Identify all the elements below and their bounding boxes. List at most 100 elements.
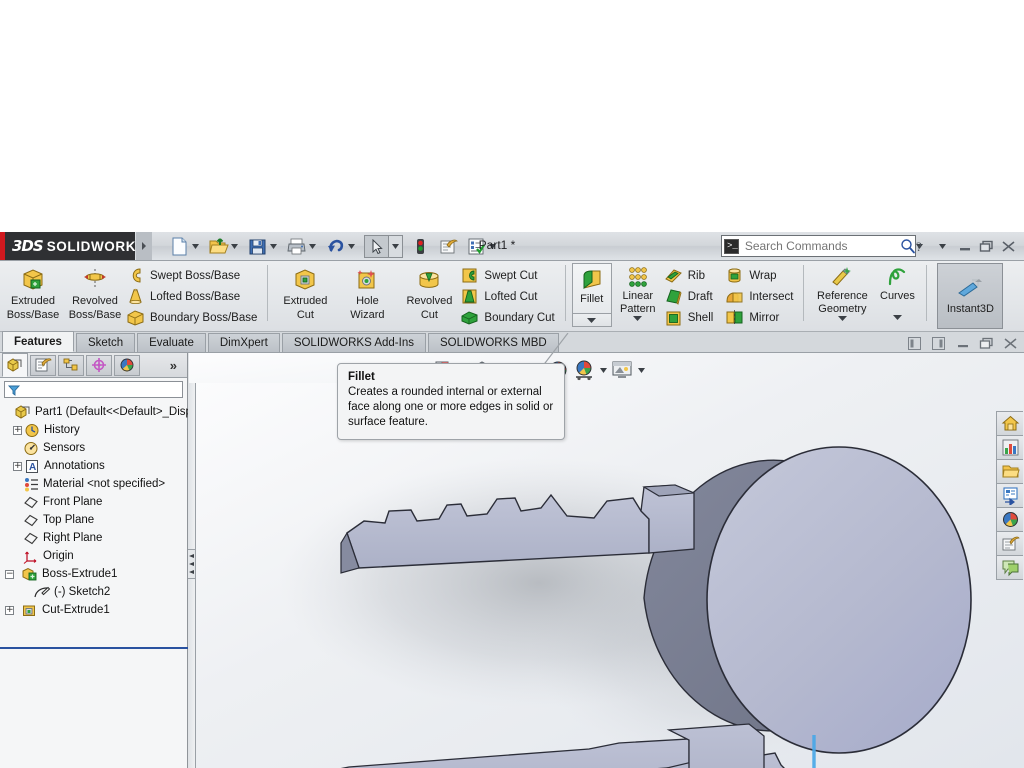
tab-sketch[interactable]: Sketch [75,333,136,352]
dimxpert-manager-tab[interactable] [86,354,112,376]
tree-item-material[interactable]: Material <not specified> [4,475,187,493]
tooltip-title: Fillet [348,371,375,383]
hole-wizard-button[interactable]: Hole Wizard [336,261,398,321]
curves-button[interactable]: Curves [874,261,920,320]
display-manager-tab[interactable] [114,354,140,376]
panel-splitter-grip[interactable] [188,549,196,579]
pin-right-icon[interactable] [929,333,948,353]
panel-splitter[interactable] [188,353,196,768]
feature-tree-tab[interactable] [2,353,28,377]
apply-scene-button[interactable] [609,357,647,383]
part-icon [15,404,32,420]
tab-features[interactable]: Features [2,331,74,352]
feature-manager-overflow-icon[interactable]: » [170,358,177,373]
reference-geometry-button[interactable]: Reference Geometry [810,261,874,321]
tree-item-boss-extrude1[interactable]: − Boss-Extrude1 [4,565,187,583]
tab-dimxpert[interactable]: DimXpert [207,333,280,352]
revolved-boss-base-button[interactable]: Revolved Boss/Base [64,261,126,321]
annotations-expander-icon[interactable]: + [12,461,23,472]
wrap-button[interactable]: Wrap [725,266,797,285]
restore-doc-icon[interactable] [977,333,996,353]
tree-item-right-plane[interactable]: Right Plane [4,529,187,547]
minimize-doc-icon[interactable] [953,333,972,353]
extruded-boss-label-2: Boss/Base [6,309,60,321]
property-manager-tab[interactable] [30,354,56,376]
library-folder-icon [1001,462,1020,481]
shell-icon [664,308,683,327]
tree-item-front-plane[interactable]: Front Plane [4,493,187,511]
appearances-scenes-icon [1001,534,1020,553]
swept-cut-button[interactable]: Swept Cut [460,266,558,285]
feature-tree-filter[interactable] [4,381,183,398]
help-caret-icon[interactable] [933,236,952,256]
minimize-icon[interactable] [955,236,974,256]
file-explorer-button[interactable] [996,483,1023,508]
tree-item-origin[interactable]: Origin [4,547,187,565]
swept-boss-base-button[interactable]: Swept Boss/Base [126,266,261,285]
close-doc-icon[interactable] [1001,333,1020,353]
lofted-boss-icon [126,287,145,306]
tab-evaluate[interactable]: Evaluate [137,333,206,352]
apply-scene-caret-icon[interactable] [635,367,647,373]
tree-item-sensors[interactable]: Sensors [4,439,187,457]
search-input[interactable] [738,239,900,253]
lofted-boss-base-button[interactable]: Lofted Boss/Base [126,287,261,306]
design-library-button[interactable] [996,459,1023,484]
view-palette-button[interactable] [996,507,1023,532]
history-expander-icon[interactable]: + [12,425,23,436]
design-library-home-button[interactable] [996,411,1023,436]
reference-geometry-label-1: Reference [817,290,868,302]
boundary-boss-base-button[interactable]: Boundary Boss/Base [126,308,261,327]
home-icon [1001,414,1020,433]
mirror-button[interactable]: Mirror [725,308,797,327]
instant3d-toggle-button[interactable]: Instant3D [937,263,1004,329]
restore-icon[interactable] [977,236,996,256]
curves-caret-icon[interactable] [892,315,902,320]
search-commands-box[interactable]: >_ [721,235,923,257]
appearances-scenes-button[interactable] [996,531,1023,556]
ribbon-group-reference: Reference Geometry Curves [810,261,920,332]
tab-solidworks-addins[interactable]: SOLIDWORKS Add-Ins [281,333,426,352]
revolved-boss-label-1: Revolved [72,295,118,307]
tree-item-cut-extrude1[interactable]: + Cut-Extrude1 [4,601,187,619]
tree-item-part1[interactable]: Part1 (Default<<Default>_Disp [4,403,192,421]
extruded-cut-button[interactable]: Extruded Cut [274,261,336,321]
fillet-dropdown-caret-icon[interactable] [572,313,611,326]
boundary-cut-button[interactable]: Boundary Cut [460,308,558,327]
tree-item-top-plane[interactable]: Top Plane [4,511,187,529]
linear-pattern-caret-icon[interactable] [633,316,643,321]
mirror-label: Mirror [749,311,780,324]
configuration-manager-tab[interactable] [58,354,84,376]
extruded-boss-base-button[interactable]: Extruded Boss/Base [2,261,64,321]
ribbon-separator-3 [803,265,805,321]
help-icon[interactable]: ? [911,236,930,256]
pin-left-icon[interactable] [905,333,924,353]
rib-button[interactable]: Rib [664,266,718,285]
edit-appearance-button[interactable] [571,357,609,383]
tree-item-annotations[interactable]: + A Annotations [4,457,187,475]
view-palette-sphere-icon [1001,510,1020,529]
reference-geometry-caret-icon[interactable] [837,316,847,321]
lofted-cut-button[interactable]: Lofted Cut [460,287,558,306]
boss-extrude1-expander-icon[interactable]: − [4,569,15,580]
intersect-button[interactable]: Intersect [725,287,797,306]
lofted-boss-label: Lofted Boss/Base [150,290,241,303]
ribbon-group-boss-base: Extruded Boss/Base Revolved Boss/Base Sw… [2,261,261,332]
linear-pattern-button[interactable]: Linear Pattern [612,261,664,321]
tree-item-sketch2[interactable]: (-) Sketch2 [4,583,187,601]
cut-extrude1-expander-icon[interactable]: + [4,605,15,616]
custom-properties-button[interactable] [996,555,1023,580]
fillet-button[interactable]: Fillet [571,263,612,327]
solidworks-application-window: 3DS SOLIDWORKS Part1 * >_ Search Command… [0,232,1024,768]
shell-button[interactable]: Shell [664,308,718,327]
feature-tree: Part1 (Default<<Default>_Disp + History [0,398,192,619]
tree-item-sketch2-label: (-) Sketch2 [54,586,111,598]
revolved-cut-button[interactable]: Revolved Cut [398,261,460,321]
draft-button[interactable]: Draft [664,287,718,306]
edit-appearance-caret-icon[interactable] [597,367,609,373]
graphics-viewport[interactable] [189,353,1024,768]
close-icon[interactable] [999,236,1018,256]
resources-chart-icon [1001,438,1020,457]
tree-item-history[interactable]: + History [4,421,187,439]
solidworks-resources-button[interactable] [996,435,1023,460]
